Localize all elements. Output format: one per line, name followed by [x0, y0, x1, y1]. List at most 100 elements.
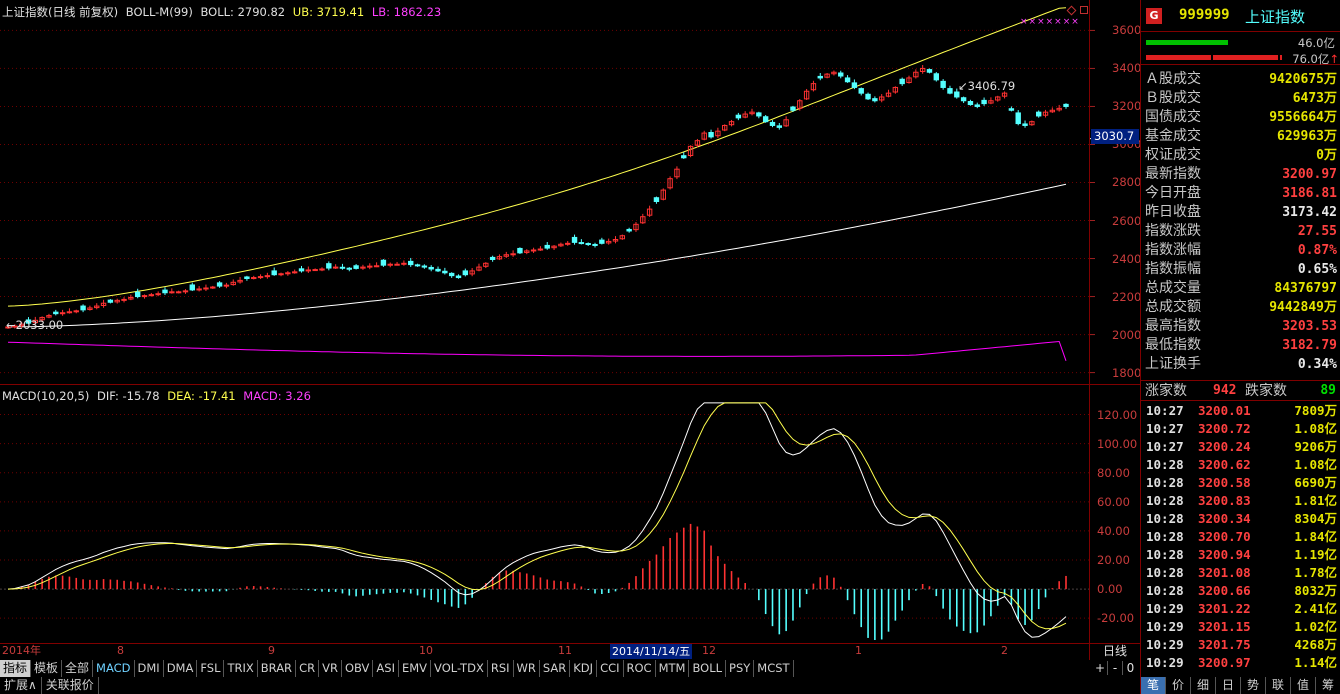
tab-brar[interactable]: BRAR: [258, 660, 297, 677]
tab-roc[interactable]: ROC: [624, 660, 656, 677]
tab-all[interactable]: 全部: [62, 660, 94, 677]
tab-vr[interactable]: VR: [319, 660, 342, 677]
tick-volume: 8032万: [1294, 583, 1337, 598]
tab-dma[interactable]: DMA: [164, 660, 198, 677]
candle-body: [1015, 112, 1021, 125]
candle: [223, 282, 230, 289]
candle-body: [339, 266, 346, 269]
tab-related-quotes[interactable]: 关联报价: [42, 677, 99, 694]
zoom-in-button[interactable]: +: [1093, 661, 1108, 675]
tab-ticks[interactable]: 笔: [1141, 677, 1166, 694]
stat-value: 0.65%: [1297, 262, 1337, 277]
tick-time: 10:29: [1146, 601, 1184, 616]
candle-body: [872, 98, 878, 102]
candle: [817, 72, 823, 81]
zoom-out-button[interactable]: -: [1108, 661, 1123, 675]
tab-boll[interactable]: BOLL: [689, 660, 727, 677]
tab-chips[interactable]: 筹: [1316, 677, 1340, 694]
indicator-tab-bar: 指标 模板 全部 MACD DMI DMA FSL TRIX BRAR CR V…: [0, 660, 1140, 677]
candle: [134, 288, 141, 299]
tick-time: 10:29: [1146, 619, 1184, 634]
zoom-reset-button[interactable]: 0: [1123, 661, 1138, 675]
tab-kdj[interactable]: KDJ: [570, 660, 598, 677]
candle: [346, 267, 352, 272]
candle: [605, 238, 612, 245]
tab-wr[interactable]: WR: [514, 660, 540, 677]
period-button[interactable]: 日线: [1103, 644, 1127, 659]
tick-time: 10:28: [1146, 529, 1184, 544]
candle: [933, 72, 940, 82]
volume-bar-red: [1146, 55, 1282, 60]
candle: [831, 70, 837, 76]
candle: [988, 97, 994, 105]
tick-row: 10:28 3200.83 1.81亿: [1141, 492, 1340, 510]
stat-value: 0.34%: [1297, 357, 1337, 372]
candle: [1049, 107, 1056, 113]
tick-row: 10:29 3200.97 1.14亿: [1141, 654, 1340, 672]
candle-body: [264, 275, 271, 278]
tab-emv[interactable]: EMV: [399, 660, 432, 677]
tick-time: 10:27: [1146, 439, 1184, 454]
tab-obv[interactable]: OBV: [342, 660, 374, 677]
tab-trix[interactable]: TRIX: [224, 660, 258, 677]
tick-row: 10:28 3200.94 1.19亿: [1141, 546, 1340, 564]
tab-expand[interactable]: 扩展∧: [0, 677, 42, 694]
candle: [476, 263, 482, 272]
candle: [762, 115, 769, 123]
candle-body: [974, 104, 980, 107]
tab-cci[interactable]: CCI: [597, 660, 624, 677]
tab-linked[interactable]: 联: [1266, 677, 1291, 694]
candle: [687, 145, 694, 158]
tab-daily[interactable]: 日: [1216, 677, 1241, 694]
stat-label: 指数涨幅: [1145, 242, 1201, 258]
tab-mtm[interactable]: MTM: [656, 660, 690, 677]
candlestick-chart[interactable]: [0, 0, 1140, 694]
tab-indicator[interactable]: 指标: [0, 660, 32, 677]
tab-rsi[interactable]: RSI: [488, 660, 514, 677]
tab-dmi[interactable]: DMI: [135, 660, 164, 677]
candle-body: [53, 311, 59, 315]
high-arrow-icon: ↙: [958, 79, 968, 93]
tick-price: 3200.66: [1198, 583, 1251, 598]
candle-body: [271, 270, 277, 276]
tab-asi[interactable]: ASI: [373, 660, 399, 677]
tab-price[interactable]: 价: [1166, 677, 1191, 694]
tab-template[interactable]: 模板: [31, 660, 63, 677]
window-close-icon[interactable]: [1080, 6, 1088, 14]
tick-price: 3200.01: [1198, 403, 1251, 418]
tick-row: 10:29 3201.22 2.41亿: [1141, 600, 1340, 618]
tick-volume: 7809万: [1294, 403, 1337, 418]
candle-body: [291, 271, 298, 274]
candle: [155, 291, 161, 297]
candle-body: [838, 72, 844, 77]
candle-body: [510, 253, 516, 256]
candle-body: [1008, 108, 1015, 111]
candle: [448, 272, 455, 278]
candle: [851, 79, 858, 90]
candle: [612, 236, 619, 244]
macd-value: MACD: 3.26: [243, 389, 311, 403]
tab-sar[interactable]: SAR: [540, 660, 571, 677]
candle-body: [1063, 103, 1069, 107]
candle: [421, 264, 428, 269]
tab-fsl[interactable]: FSL: [197, 660, 225, 677]
stat-value: 9420675万: [1269, 72, 1337, 87]
boll-value: BOLL: 2790.82: [200, 5, 286, 19]
candle-body: [448, 272, 455, 277]
tab-vol-tdx[interactable]: VOL-TDX: [431, 660, 488, 677]
candle: [749, 108, 755, 116]
candle-body: [298, 268, 305, 272]
stat-value: 3173.42: [1282, 205, 1337, 220]
candle: [53, 309, 59, 316]
macd-tick-label: 100.00: [1097, 436, 1138, 451]
tab-psy[interactable]: PSY: [726, 660, 755, 677]
tab-macd[interactable]: MACD: [93, 660, 135, 677]
tab-cr[interactable]: CR: [296, 660, 320, 677]
tab-mcst[interactable]: MCST: [754, 660, 794, 677]
candle-body: [708, 131, 714, 138]
tab-detail[interactable]: 细: [1191, 677, 1216, 694]
candle-body: [926, 69, 933, 73]
tab-value[interactable]: 值: [1291, 677, 1316, 694]
candle: [510, 250, 516, 257]
tab-trend[interactable]: 势: [1241, 677, 1266, 694]
